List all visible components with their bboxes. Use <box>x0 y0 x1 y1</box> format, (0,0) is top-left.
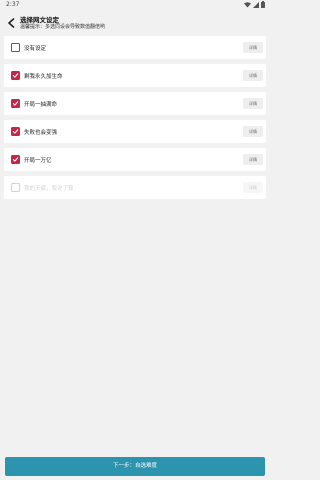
option-label: 失败也会变强 <box>24 130 58 136</box>
back-arrow-icon <box>7 13 15 32</box>
back-button[interactable] <box>5 16 17 28</box>
option-label: 开局一抽满命 <box>24 102 58 108</box>
status-bar: 2:37 <box>0 0 270 11</box>
status-time: 2:37 <box>6 1 20 8</box>
checkbox-unchecked-icon[interactable] <box>11 43 20 52</box>
next-step-button[interactable]: 下一步：自选难度 <box>5 457 265 476</box>
status-icons <box>244 1 265 8</box>
detail-button: 详情 <box>243 182 263 193</box>
option-row[interactable]: 失败也会变强 详情 <box>4 120 266 143</box>
option-label: 我的天赋，我说了算 <box>24 186 74 192</box>
option-label: 剩我永久加生命 <box>24 74 63 80</box>
detail-button[interactable]: 详情 <box>243 70 263 81</box>
checkbox-checked-icon[interactable] <box>11 155 20 164</box>
option-row[interactable]: 开局一抽满命 详情 <box>4 92 266 115</box>
option-row[interactable]: 剩我永久加生命 详情 <box>4 64 266 87</box>
detail-button[interactable]: 详情 <box>243 98 263 109</box>
checkbox-checked-icon[interactable] <box>11 99 20 108</box>
signal-icon <box>253 1 259 8</box>
wifi-icon <box>244 1 251 8</box>
checkbox-checked-icon[interactable] <box>11 127 20 136</box>
detail-button[interactable]: 详情 <box>243 42 263 53</box>
detail-button[interactable]: 详情 <box>243 126 263 137</box>
option-label: 开局一万亿 <box>24 158 52 164</box>
detail-button[interactable]: 详情 <box>243 154 263 165</box>
option-label: 没有设定 <box>24 46 47 52</box>
option-row[interactable]: 开局一万亿 详情 <box>4 148 266 171</box>
checkbox-disabled-icon <box>11 183 20 192</box>
option-row[interactable]: 没有设定 详情 <box>4 36 266 59</box>
checkbox-checked-icon[interactable] <box>11 71 20 80</box>
page-subtitle: 温馨提示：多选同设会导致数值翻倍哟 <box>20 24 106 30</box>
header: 选择网文设定 温馨提示：多选同设会导致数值翻倍哟 <box>0 11 270 35</box>
option-row-disabled: 我的天赋，我说了算 详情 <box>4 176 266 199</box>
battery-icon <box>261 1 265 8</box>
